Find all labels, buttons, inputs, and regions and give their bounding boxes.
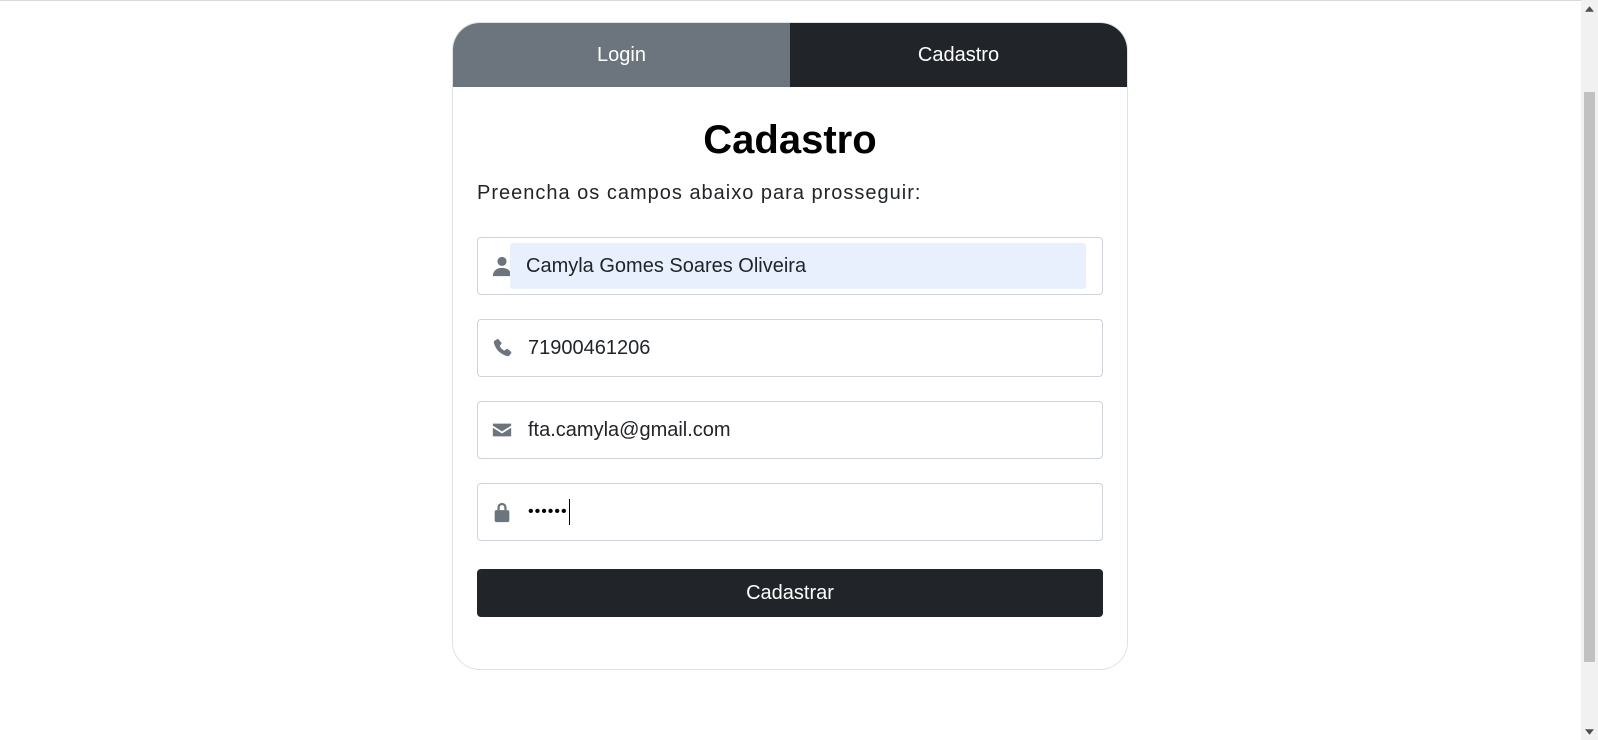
scroll-up-arrow-icon[interactable] xyxy=(1581,0,1598,17)
tab-cadastro[interactable]: Cadastro xyxy=(790,23,1127,87)
form-content: Cadastro Preencha os campos abaixo para … xyxy=(453,117,1127,617)
vertical-scrollbar[interactable] xyxy=(1581,0,1598,740)
tab-login[interactable]: Login xyxy=(453,23,790,87)
auth-card: Login Cadastro Cadastro Preencha os camp… xyxy=(452,22,1128,670)
phone-field[interactable]: 71900461206 xyxy=(477,319,1103,377)
password-input[interactable]: •••••• xyxy=(526,489,1086,535)
scroll-down-arrow-icon[interactable] xyxy=(1581,723,1598,740)
password-dots: •••••• xyxy=(528,503,568,520)
password-field[interactable]: •••••• xyxy=(477,483,1103,541)
envelope-icon xyxy=(478,401,526,459)
name-field[interactable]: Camyla Gomes Soares Oliveira xyxy=(477,237,1103,295)
phone-input[interactable]: 71900461206 xyxy=(526,325,1086,371)
form-instructions: Preencha os campos abaixo para prossegui… xyxy=(477,182,922,204)
email-field[interactable]: fta.camyla@gmail.com xyxy=(477,401,1103,459)
phone-icon xyxy=(478,319,526,377)
register-button[interactable]: Cadastrar xyxy=(477,569,1103,617)
text-caret xyxy=(568,499,570,525)
scrollbar-thumb[interactable] xyxy=(1584,92,1595,662)
page-title: Cadastro xyxy=(703,118,877,162)
lock-icon xyxy=(478,483,526,541)
top-border xyxy=(0,0,1598,1)
name-input[interactable]: Camyla Gomes Soares Oliveira xyxy=(510,243,1086,289)
auth-tabs: Login Cadastro xyxy=(453,23,1127,87)
email-input[interactable]: fta.camyla@gmail.com xyxy=(526,407,1086,453)
